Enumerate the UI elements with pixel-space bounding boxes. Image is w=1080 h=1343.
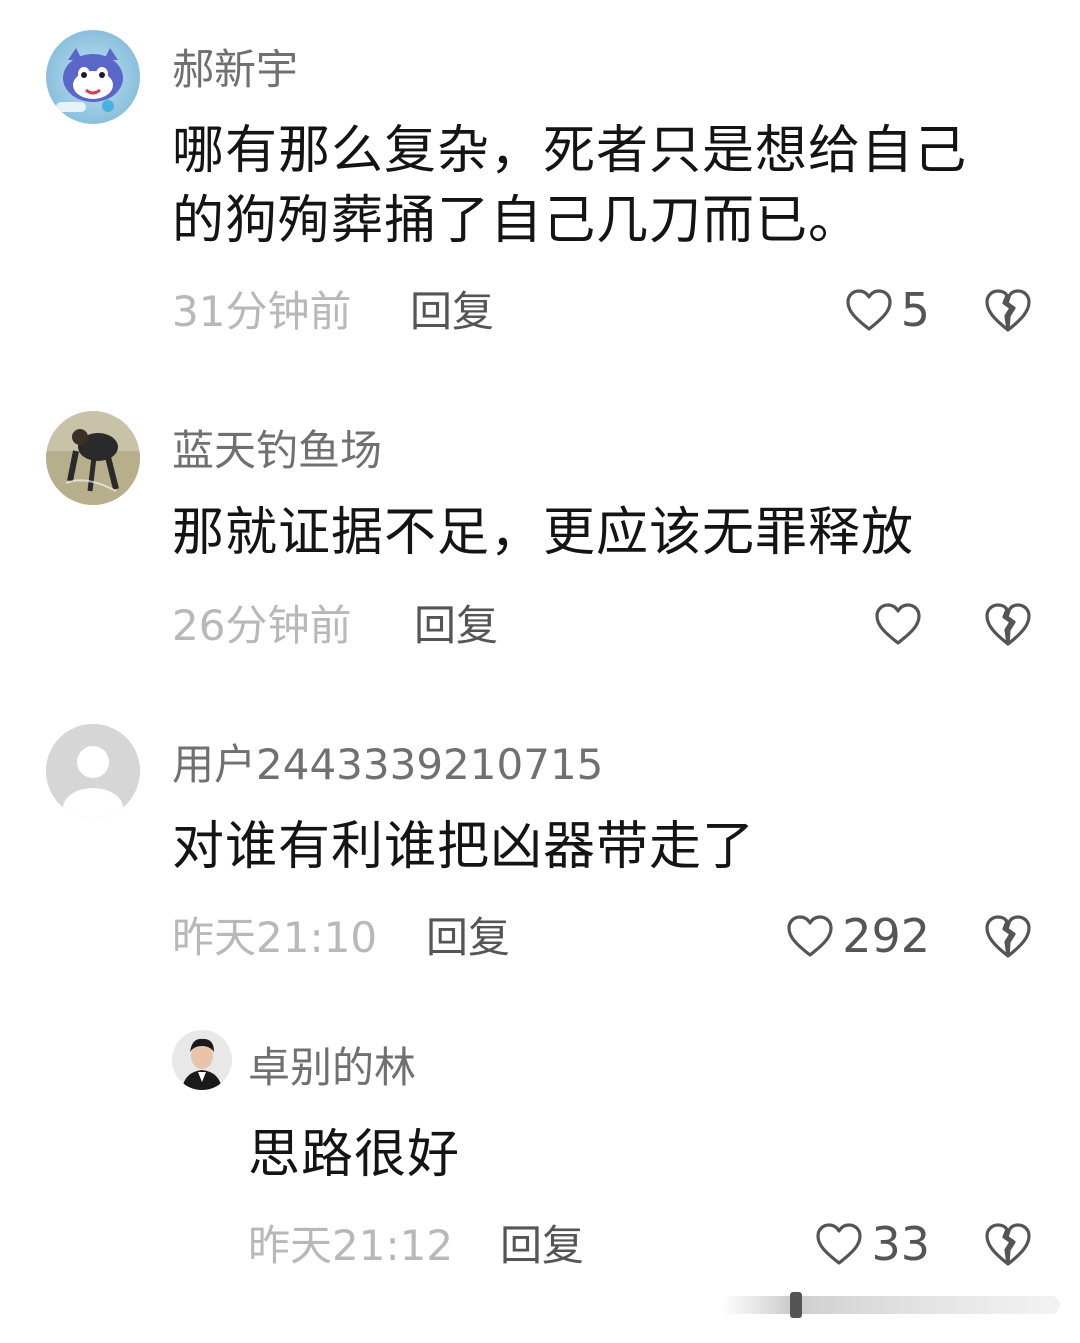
comment-item: 用户2443339210715 对谁有利谁把凶器带走了 昨天21:10 回复 2… [0,690,1080,1020]
portrait-avatar-icon [172,1030,232,1090]
timestamp: 26分钟前 [172,601,352,650]
comment-text: 思路很好 [248,1125,461,1185]
broken-heart-icon [985,915,1031,958]
reply-button[interactable]: 回复 [410,286,494,338]
heart-icon [815,1222,863,1266]
username[interactable]: 卓别的林 [248,1042,416,1094]
photo-avatar-icon [46,411,140,505]
watermark-strip [720,1290,1060,1320]
like-button[interactable]: 292 [786,908,930,964]
like-count: 292 [842,909,930,963]
username[interactable]: 用户2443339210715 [172,739,603,791]
cartoon-avatar-icon [46,30,140,124]
dislike-button[interactable] [984,286,1032,334]
broken-heart-icon [985,289,1031,332]
reply-item: 卓别的林 思路很好 昨天21:12 回复 33 [0,1020,1080,1320]
heart-icon [786,914,834,958]
comment-item: 蓝天钓鱼场 那就证据不足，更应该无罪释放 26分钟前 回复 [0,360,1080,690]
broken-heart-icon [985,1223,1031,1266]
like-button[interactable]: 5 [845,282,930,338]
avatar[interactable] [46,30,140,124]
reply-button[interactable]: 回复 [426,912,510,964]
default-user-avatar-icon [46,724,140,818]
dislike-button[interactable] [984,1220,1032,1268]
heart-icon [845,288,893,332]
comment-item: 郝新宇 哪有那么复杂，死者只是想给自己的狗殉葬捅了自己几刀而已。 31分钟前 回… [0,0,1080,360]
like-count: 5 [900,283,930,337]
avatar[interactable] [172,1030,232,1090]
reply-button[interactable]: 回复 [500,1220,584,1272]
timestamp: 昨天21:12 [248,1221,454,1270]
username[interactable]: 蓝天钓鱼场 [172,425,382,477]
like-button[interactable]: 33 [815,1216,930,1272]
dislike-button[interactable] [984,600,1032,648]
timestamp: 昨天21:10 [172,913,378,962]
timestamp: 31分钟前 [172,287,352,336]
avatar[interactable] [46,411,140,505]
avatar[interactable] [46,724,140,818]
broken-heart-icon [985,603,1031,646]
heart-icon [874,602,922,646]
dislike-button[interactable] [984,912,1032,960]
like-button[interactable] [874,596,930,652]
comment-text: 那就证据不足，更应该无罪释放 [172,503,915,563]
username[interactable]: 郝新宇 [172,44,298,96]
like-count: 33 [871,1217,930,1271]
reply-button[interactable]: 回复 [414,600,498,652]
comment-text: 哪有那么复杂，死者只是想给自己的狗殉葬捅了自己几刀而已。 [172,121,968,251]
watermark-icon [720,1292,1060,1318]
comment-text: 对谁有利谁把凶器带走了 [172,817,756,877]
